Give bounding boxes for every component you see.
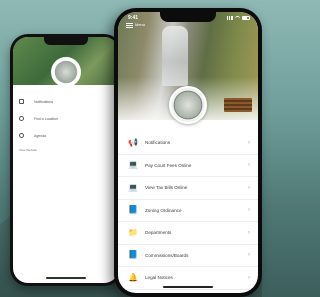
back-phone-item-location[interactable]: Find a Location <box>13 110 119 127</box>
back-phone-item-label: Agenda <box>34 133 47 138</box>
back-phone-home-indicator <box>46 277 86 279</box>
document-icon: 📘 <box>128 250 138 260</box>
location-pin-icon <box>19 116 24 121</box>
back-phone-item-label: Notifications <box>34 99 54 104</box>
phone-notch <box>160 12 216 22</box>
megaphone-icon: 📢 <box>128 137 138 147</box>
menu-item-zoning-ordinance[interactable]: 📘 Zoning Ordinance › <box>118 200 258 222</box>
bench-image <box>224 98 252 112</box>
back-phone-item-label: Find a Location <box>34 116 58 121</box>
chevron-right-icon: › <box>248 252 250 259</box>
chevron-right-icon: › <box>248 162 250 169</box>
menu-item-label: Pay Court Fees Online <box>145 162 192 168</box>
menu-item-departments[interactable]: 📁 Departments › <box>118 222 258 245</box>
signal-icon <box>227 16 233 20</box>
back-phone-header-image <box>13 37 119 87</box>
status-time: 9:41 <box>128 15 139 21</box>
back-phone-screen: Notifications Find a Location Agenda Vie… <box>13 37 119 283</box>
menu-item-label: Departments <box>145 230 172 236</box>
menu-item-label: Legal Notices <box>145 275 173 281</box>
front-phone-screen: 9:41 Menu 📢 Notifications › 💻 Pay Court … <box>118 12 258 293</box>
chevron-right-icon: › <box>248 207 250 214</box>
menu-item-label: View Tax Bills Online <box>145 185 188 191</box>
menu-item-label: Zoning Ordinance <box>145 207 182 213</box>
menu-item-label: Notifications <box>145 140 171 146</box>
home-indicator <box>163 285 213 288</box>
back-phone: Notifications Find a Location Agenda Vie… <box>10 34 122 286</box>
document-icon: 📘 <box>128 205 138 215</box>
battery-icon <box>242 16 250 20</box>
front-phone: 9:41 Menu 📢 Notifications › 💻 Pay Court … <box>114 8 262 297</box>
back-phone-footer-link[interactable]: View Website <box>13 144 119 156</box>
chevron-right-icon: › <box>248 229 250 236</box>
menu-item-commissions-boards[interactable]: 📘 Commissions/Boards › <box>118 245 258 267</box>
info-icon <box>19 133 24 138</box>
laptop-icon: 💻 <box>128 182 138 192</box>
back-phone-notch <box>44 37 88 45</box>
status-icons <box>227 15 250 21</box>
back-phone-seal <box>51 57 81 87</box>
back-phone-item-agenda[interactable]: Agenda <box>13 127 119 144</box>
bell-icon: 🔔 <box>128 272 138 282</box>
laptop-icon: 💻 <box>128 160 138 170</box>
chevron-right-icon: › <box>248 139 250 146</box>
menu-item-pay-court-fees[interactable]: 💻 Pay Court Fees Online › <box>118 155 258 177</box>
main-menu-list: 📢 Notifications › 💻 Pay Court Fees Onlin… <box>118 132 258 290</box>
menu-item-view-tax-bills[interactable]: 💻 View Tax Bills Online › <box>118 177 258 200</box>
wifi-icon <box>235 15 240 21</box>
menu-item-notifications[interactable]: 📢 Notifications › <box>118 132 258 155</box>
chevron-right-icon: › <box>248 274 250 281</box>
back-phone-item-notifications[interactable]: Notifications <box>13 93 119 110</box>
back-phone-menu: Notifications Find a Location Agenda Vie… <box>13 85 119 156</box>
waterfall-image <box>162 26 188 86</box>
county-seal-logo <box>169 86 207 124</box>
menu-item-label: Commissions/Boards <box>145 252 189 258</box>
folder-icon: 📁 <box>128 227 138 237</box>
hamburger-menu-icon[interactable] <box>126 23 133 28</box>
grid-icon <box>19 99 24 104</box>
chevron-right-icon: › <box>248 184 250 191</box>
menu-label[interactable]: Menu <box>135 22 145 27</box>
